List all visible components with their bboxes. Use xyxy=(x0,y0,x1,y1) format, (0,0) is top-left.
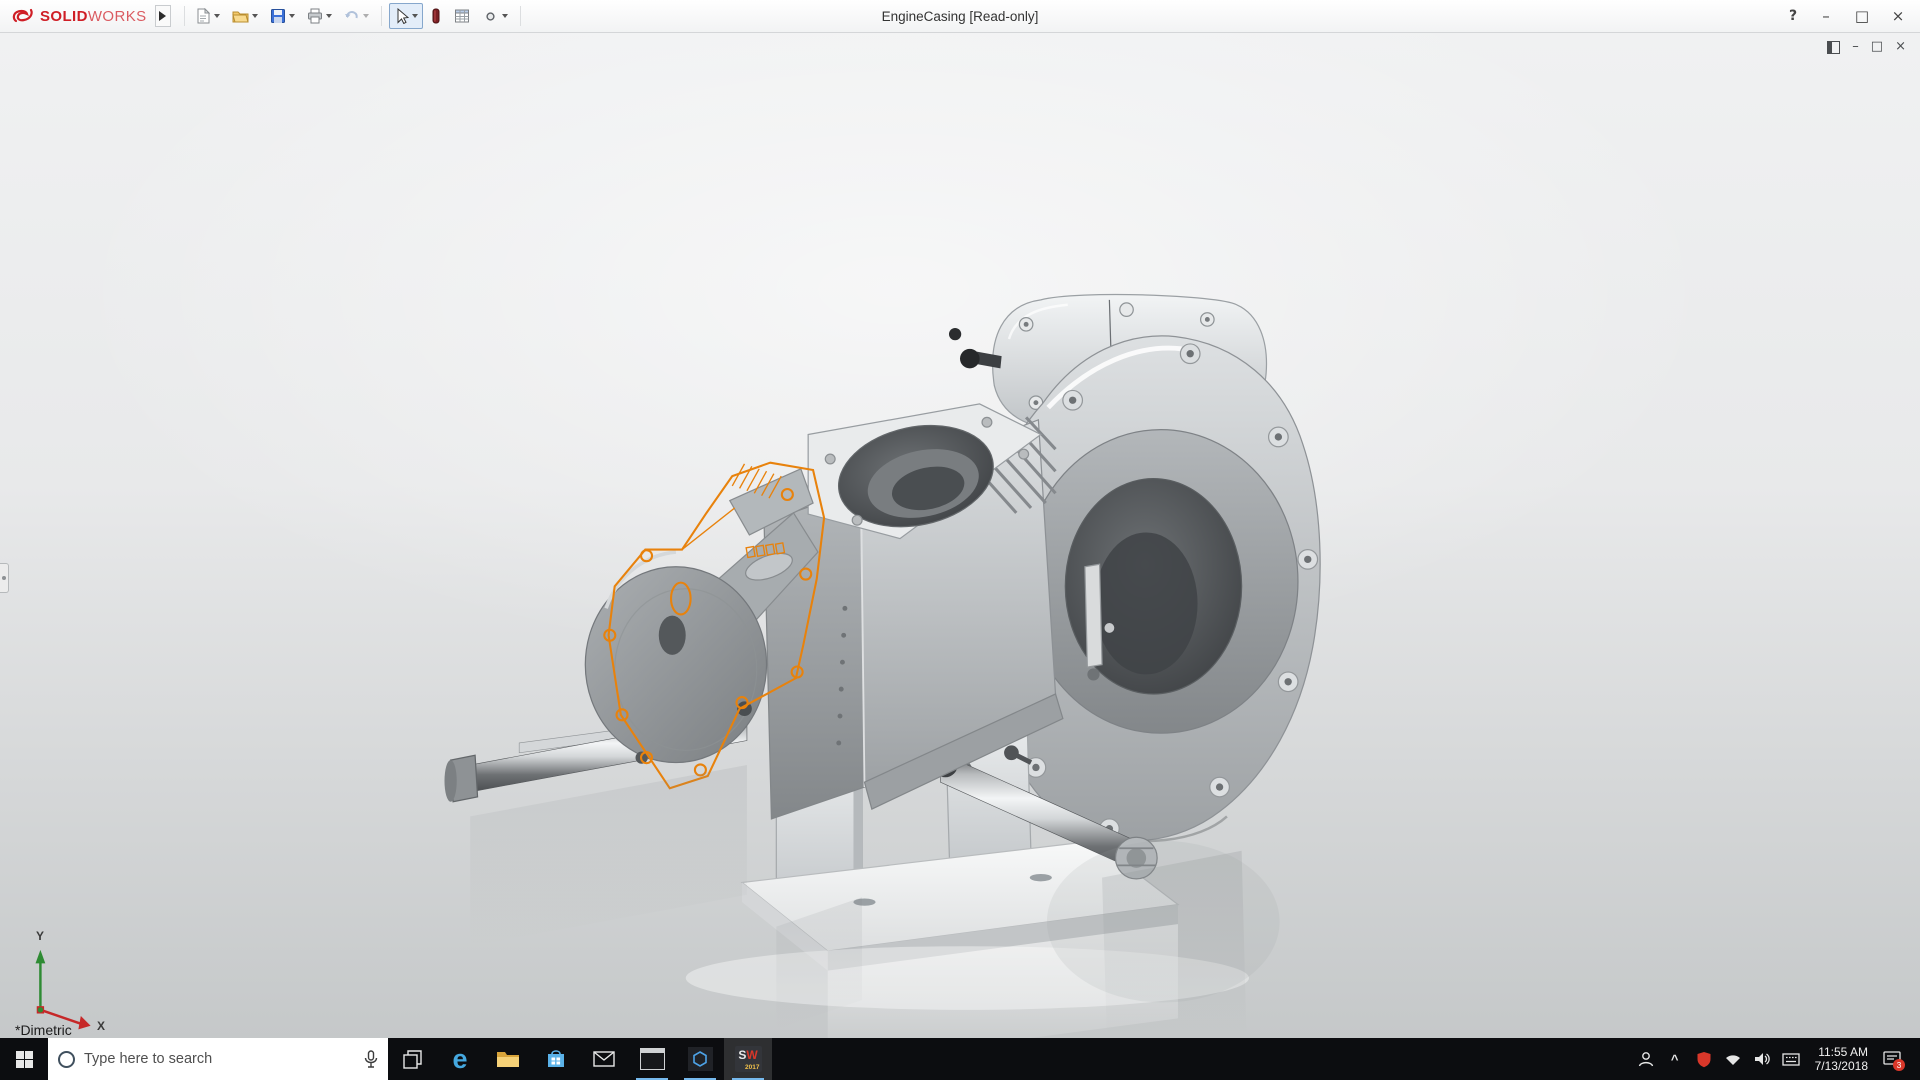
edge-icon: e xyxy=(452,1046,467,1073)
logo-text: SOLIDWORKS xyxy=(40,8,147,25)
table-icon xyxy=(454,8,470,24)
notification-badge: 3 xyxy=(1893,1059,1905,1071)
open-folder-icon xyxy=(232,8,249,24)
windows-logo-icon xyxy=(16,1051,33,1068)
toolbar-separator xyxy=(381,6,382,26)
solidworks-logo: SOLIDWORKS xyxy=(6,7,155,25)
toolbar-separator xyxy=(184,6,185,26)
open-button[interactable] xyxy=(227,3,263,29)
clock-time: 11:55 AM xyxy=(1815,1045,1868,1059)
viewport-canvas[interactable] xyxy=(0,33,1920,1038)
expand-arrow-icon xyxy=(159,11,166,21)
network-icon[interactable] xyxy=(1722,1045,1744,1073)
help-button[interactable]: ? xyxy=(1780,3,1806,29)
feature-panel-handle[interactable] xyxy=(0,563,9,593)
mail-icon xyxy=(593,1051,615,1067)
system-tray: ^ 11:55 AM 7/13/2018 3 xyxy=(1635,1038,1920,1080)
dropdown-caret-icon[interactable] xyxy=(502,14,508,18)
solidworks-taskbar-button[interactable]: SW 2017 xyxy=(724,1038,772,1080)
mail-button[interactable] xyxy=(580,1038,628,1080)
windows-taskbar: e SW 2017 xyxy=(0,1038,1920,1080)
panel-toggle-icon[interactable] xyxy=(1827,41,1840,54)
toolbar xyxy=(190,3,526,29)
print-icon xyxy=(307,8,323,24)
dropdown-caret-icon[interactable] xyxy=(252,14,258,18)
sw-letter-w: W xyxy=(746,1048,757,1062)
taskbar-clock[interactable]: 11:55 AM 7/13/2018 xyxy=(1809,1045,1874,1073)
dropdown-caret-icon[interactable] xyxy=(412,14,418,18)
select-arrow-icon xyxy=(394,8,409,24)
select-tool-button[interactable] xyxy=(389,3,423,29)
antivirus-shield-icon[interactable] xyxy=(1693,1045,1715,1073)
taskbar-search[interactable] xyxy=(48,1038,388,1080)
options-button[interactable] xyxy=(477,3,513,29)
window-controls: ? – □ × xyxy=(1780,3,1914,29)
dropdown-caret-icon[interactable] xyxy=(326,14,332,18)
cortana-icon xyxy=(58,1051,75,1068)
store-icon xyxy=(545,1048,567,1070)
action-center-button[interactable]: 3 xyxy=(1881,1045,1903,1073)
doc-close-button[interactable]: × xyxy=(1895,39,1906,55)
gear-icon xyxy=(482,8,499,25)
microphone-icon[interactable] xyxy=(364,1050,378,1068)
appearances-button[interactable] xyxy=(425,3,447,29)
task-view-button[interactable] xyxy=(388,1038,436,1080)
dropdown-caret-icon[interactable] xyxy=(289,14,295,18)
command-prompt-button[interactable] xyxy=(628,1038,676,1080)
clock-date: 7/13/2018 xyxy=(1815,1059,1868,1073)
file-explorer-button[interactable] xyxy=(484,1038,532,1080)
toolbar-separator xyxy=(520,6,521,26)
task-view-icon xyxy=(402,1049,423,1070)
undo-button[interactable] xyxy=(339,3,374,29)
store-button[interactable] xyxy=(532,1038,580,1080)
dropdown-caret-icon[interactable] xyxy=(214,14,220,18)
design-table-button[interactable] xyxy=(449,3,475,29)
menu-expand-button[interactable] xyxy=(155,5,171,27)
file-explorer-icon xyxy=(496,1049,520,1069)
new-document-button[interactable] xyxy=(190,3,225,29)
cad-utility-icon xyxy=(688,1047,713,1071)
undo-icon xyxy=(344,8,360,24)
document-window-controls: – □ × xyxy=(1827,39,1906,55)
minimize-button[interactable]: – xyxy=(1810,3,1842,29)
command-prompt-icon xyxy=(640,1048,665,1070)
start-button[interactable] xyxy=(0,1038,48,1080)
sw-year-label: 2017 xyxy=(745,1064,759,1071)
doc-minimize-button[interactable]: – xyxy=(1852,39,1859,55)
volume-icon[interactable] xyxy=(1751,1045,1773,1073)
dropdown-caret-icon[interactable] xyxy=(363,14,369,18)
triad-y-label: Y xyxy=(36,929,44,943)
restore-button[interactable]: □ xyxy=(1846,3,1878,29)
save-icon xyxy=(270,8,286,24)
search-input[interactable] xyxy=(84,1051,355,1067)
new-document-icon xyxy=(195,8,211,24)
edge-button[interactable]: e xyxy=(436,1038,484,1080)
view-orientation-label: *Dimetric xyxy=(15,1022,72,1038)
appearance-icon xyxy=(430,8,442,24)
chevron-up-icon: ^ xyxy=(1671,1052,1679,1067)
close-button[interactable]: × xyxy=(1882,3,1914,29)
save-button[interactable] xyxy=(265,3,300,29)
solidworks-app-icon: SW 2017 xyxy=(735,1046,762,1072)
doc-restore-button[interactable]: □ xyxy=(1871,39,1883,55)
logo-works: WORKS xyxy=(88,8,147,25)
people-icon[interactable] xyxy=(1635,1045,1657,1073)
cad-utility-button[interactable] xyxy=(676,1038,724,1080)
triad-x-label: X xyxy=(97,1019,105,1033)
touch-keyboard-icon[interactable] xyxy=(1780,1045,1802,1073)
graphics-viewport[interactable]: – □ × Y X *Dimetric xyxy=(0,33,1920,1038)
ds-logo-icon xyxy=(12,7,36,25)
print-button[interactable] xyxy=(302,3,337,29)
tray-expand-chevron[interactable]: ^ xyxy=(1664,1045,1686,1073)
logo-solid: SOLID xyxy=(40,8,88,25)
titlebar: SOLIDWORKS xyxy=(0,0,1920,33)
